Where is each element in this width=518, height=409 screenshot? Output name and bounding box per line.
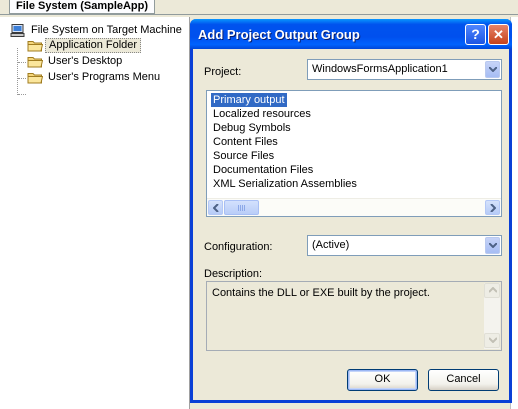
scroll-left-icon[interactable] <box>208 200 223 215</box>
cancel-button[interactable]: Cancel <box>428 369 499 391</box>
scroll-right-icon[interactable] <box>485 200 500 215</box>
tree-connector <box>18 62 26 63</box>
list-item-documentation-files[interactable]: Documentation Files <box>211 163 315 177</box>
list-item-debug-symbols[interactable]: Debug Symbols <box>211 121 293 135</box>
scroll-down-icon <box>484 333 500 348</box>
vertical-scrollbar <box>484 283 500 349</box>
list-item-content-files[interactable]: Content Files <box>211 135 280 149</box>
help-icon[interactable]: ? <box>465 24 486 45</box>
output-group-list[interactable]: Primary output Localized resources Debug… <box>206 90 502 217</box>
project-label: Project: <box>204 66 242 78</box>
tree-connector <box>18 78 26 79</box>
ok-button[interactable]: OK <box>347 369 418 391</box>
folder-icon <box>27 39 44 52</box>
configuration-value: (Active) <box>312 239 350 251</box>
close-icon[interactable]: ✕ <box>488 24 509 45</box>
dialog-titlebar[interactable]: Add Project Output Group ? ✕ <box>190 19 512 49</box>
horizontal-scrollbar[interactable] <box>207 198 501 216</box>
add-project-output-group-dialog: Add Project Output Group ? ✕ Project: Wi… <box>190 19 512 403</box>
tab-file-system[interactable]: File System (SampleApp) <box>9 0 156 14</box>
ide-tabstrip: File System (SampleApp) <box>0 0 518 15</box>
tree-item-label: Application Folder <box>45 38 142 53</box>
file-system-tree: File System on Target Machine Applicatio… <box>0 17 190 409</box>
folder-icon <box>27 71 44 84</box>
description-label: Description: <box>204 268 263 280</box>
project-dropdown[interactable]: WindowsFormsApplication1 <box>307 59 502 80</box>
description-text: Contains the DLL or EXE built by the pro… <box>212 287 430 299</box>
tree-connector <box>18 94 26 95</box>
tree-root-label: File System on Target Machine <box>31 24 182 36</box>
tree-item-label: User's Desktop <box>48 55 123 67</box>
folder-icon <box>27 55 44 68</box>
project-value: WindowsFormsApplication1 <box>312 63 448 75</box>
chevron-down-icon[interactable] <box>485 237 500 254</box>
computer-icon <box>10 24 26 37</box>
dialog-title: Add Project Output Group <box>198 27 360 42</box>
scroll-up-icon <box>484 283 500 298</box>
chevron-down-icon[interactable] <box>485 61 500 78</box>
list-item-xml-serialization[interactable]: XML Serialization Assemblies <box>211 177 359 191</box>
scroll-thumb[interactable] <box>224 200 259 215</box>
tree-item-label: User's Programs Menu <box>48 71 161 83</box>
tree-connector <box>17 48 18 95</box>
configuration-dropdown[interactable]: (Active) <box>307 235 502 256</box>
list-item-source-files[interactable]: Source Files <box>211 149 276 163</box>
list-item-localized-resources[interactable]: Localized resources <box>211 107 313 121</box>
description-box: Contains the DLL or EXE built by the pro… <box>206 281 502 351</box>
configuration-label: Configuration: <box>204 241 273 253</box>
list-item-primary-output[interactable]: Primary output <box>210 92 288 108</box>
